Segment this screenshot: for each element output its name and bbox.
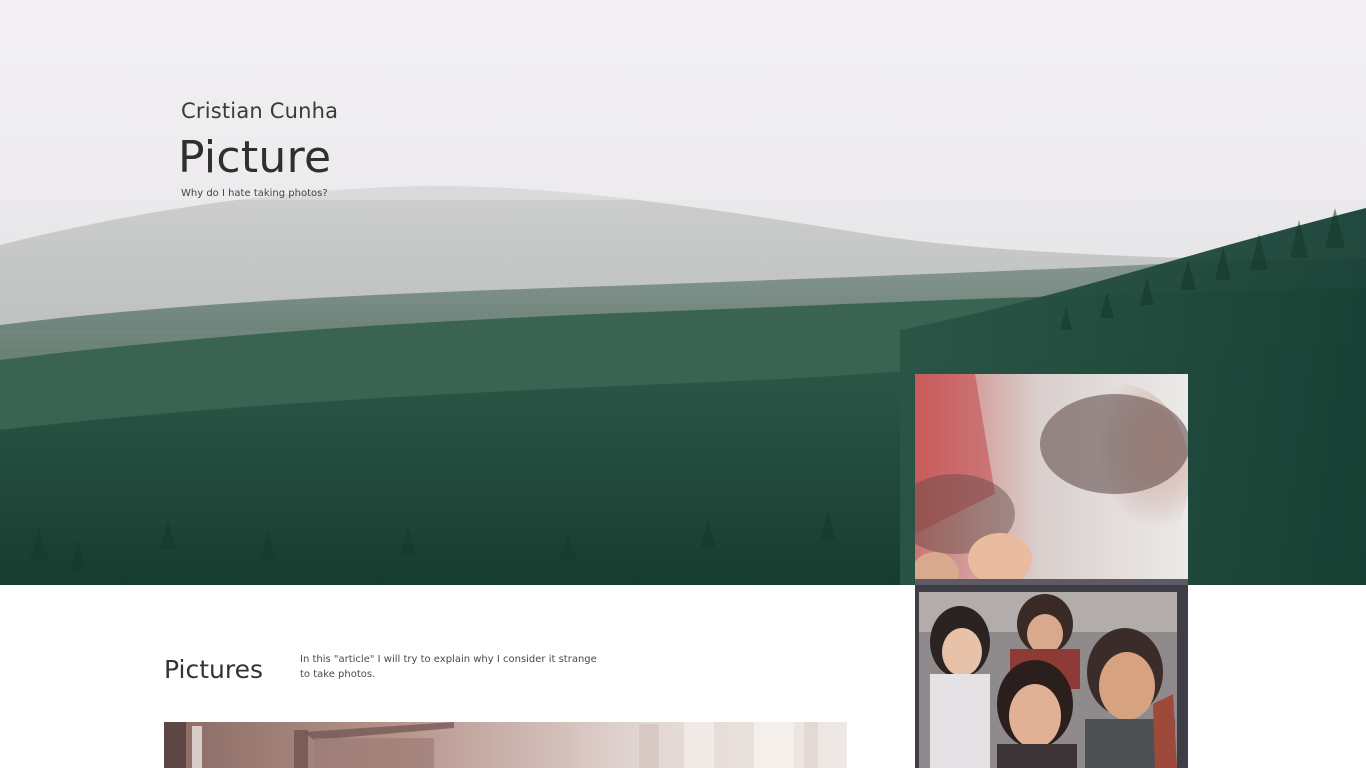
- bottom-photo-image: [164, 722, 847, 768]
- page: Cristian Cunha Picture Why do I hate tak…: [0, 0, 1366, 768]
- building-photo: [164, 722, 847, 768]
- page-title: Picture: [178, 132, 332, 183]
- section-title: Pictures: [164, 655, 263, 684]
- photo-card-image: [915, 374, 1188, 768]
- page-subtitle: Why do I hate taking photos?: [181, 188, 328, 199]
- author-name: Cristian Cunha: [181, 99, 339, 123]
- selfie-photo: [915, 374, 1188, 768]
- section-description: In this "article" I will try to explain …: [300, 654, 597, 680]
